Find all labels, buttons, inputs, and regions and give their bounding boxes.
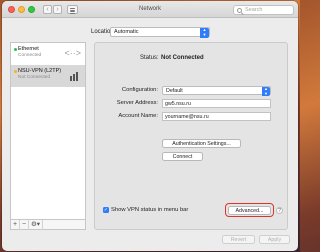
account-name-label: Account Name: (118, 113, 158, 119)
sidebar-toolbar: + − ⚙▾ (10, 219, 86, 230)
apply-button[interactable]: Apply (259, 235, 290, 244)
service-list: Ethernet Connected <··> NSU-VPN (L2TP) N… (10, 42, 86, 220)
server-address-field[interactable]: gw5.nsu.ru (162, 99, 271, 108)
gear-menu-button[interactable]: ⚙▾ (29, 219, 43, 230)
status-dot-yellow (13, 70, 17, 73)
search-placeholder: Search (245, 7, 263, 13)
revert-button[interactable]: Revert (222, 235, 255, 244)
show-vpn-status-checkbox[interactable]: ✓ (103, 207, 109, 213)
ethernet-arrows-icon: <··> (64, 48, 81, 58)
remove-service-button[interactable]: − (20, 219, 29, 230)
select-stepper-icon: ▲ ▼ (200, 27, 209, 38)
configuration-value: Default (166, 88, 183, 94)
advanced-button[interactable]: Advanced... (228, 206, 271, 215)
configuration-label: Configuration: (121, 87, 158, 93)
service-item-nsu-vpn[interactable]: NSU-VPN (L2TP) Not Connected (11, 65, 85, 87)
location-select[interactable]: Automatic ▲ ▼ (110, 27, 210, 38)
account-name-field[interactable]: yourname@nsu.ru (162, 112, 271, 121)
search-icon (237, 8, 242, 13)
status-dot-green (13, 48, 17, 51)
vpn-bars-icon (70, 71, 80, 81)
search-input[interactable]: Search (233, 5, 294, 15)
service-item-ethernet[interactable]: Ethernet Connected <··> (11, 43, 85, 65)
server-address-label: Server Address: (116, 100, 158, 106)
configuration-select[interactable]: Default ▲ ▼ (162, 86, 271, 96)
authentication-settings-button[interactable]: Authentication Settings... (162, 139, 241, 148)
help-button[interactable]: ? (276, 207, 283, 214)
service-detail-panel (94, 42, 288, 230)
add-service-button[interactable]: + (11, 219, 20, 230)
connect-button[interactable]: Connect (162, 152, 203, 161)
select-stepper-icon: ▲ ▼ (262, 86, 270, 96)
show-vpn-status-label: Show VPN status in menu bar (111, 207, 189, 213)
title-bar: ‹ › Network Search (2, 1, 298, 18)
status-label: Status: (140, 55, 159, 61)
status-value: Not Connected (161, 55, 204, 61)
location-value: Automatic (114, 29, 139, 35)
